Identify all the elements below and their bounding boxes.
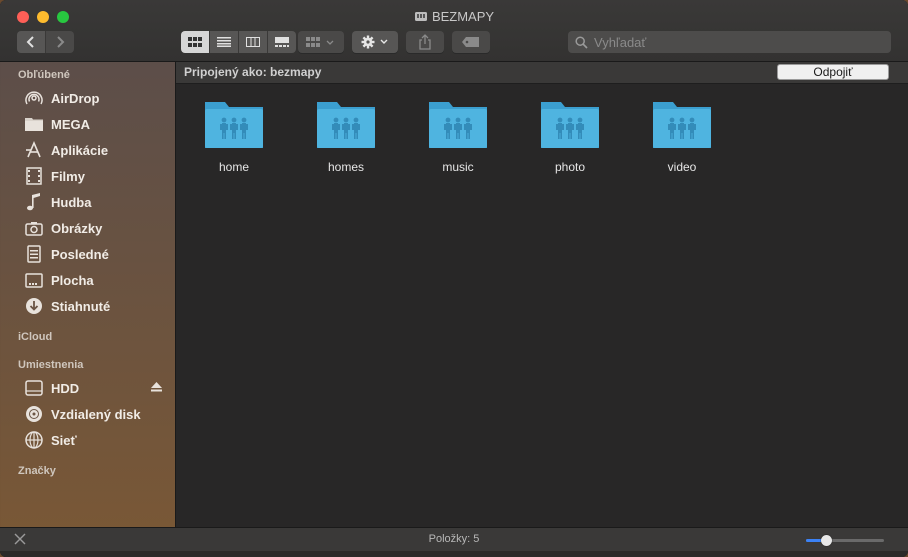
- search-input[interactable]: [592, 33, 876, 51]
- camera-icon: [24, 219, 44, 237]
- sidebar-item-label: Obrázky: [51, 220, 103, 236]
- share-button[interactable]: [406, 31, 444, 53]
- window-bottom-edge: [0, 551, 908, 557]
- window-title-text: BEZMAPY: [431, 9, 495, 24]
- chevron-right-icon: [57, 36, 65, 48]
- columns-icon: [246, 37, 260, 47]
- desktop-icon: [24, 271, 44, 289]
- sidebar-header-icloud: iCloud: [18, 331, 53, 343]
- gallery-icon: [275, 37, 289, 47]
- sidebar-header-locations: Umiestnenia: [18, 359, 84, 371]
- search-icon: [575, 35, 588, 49]
- shared-folder-icon: [205, 102, 263, 148]
- folder-name: photo: [554, 160, 586, 174]
- sidebar-header-tags: Značky: [18, 465, 56, 477]
- folder-name: music: [442, 160, 474, 174]
- sidebar-item-remote-disc[interactable]: Vzdialený disk: [24, 403, 169, 425]
- shared-folder-icon: [653, 102, 711, 148]
- connected-as-label: Pripojený ako: bezmapy: [184, 65, 322, 79]
- list-view-button[interactable]: [210, 31, 239, 53]
- sidebar-item-airdrop[interactable]: AirDrop: [24, 87, 169, 109]
- sidebar-item-label: Stiahnuté: [51, 298, 111, 314]
- view-mode-control: [181, 31, 296, 53]
- downloads-icon: [24, 297, 44, 315]
- sidebar-item-label: Hudba: [51, 194, 92, 210]
- folder-item[interactable]: photo: [520, 100, 620, 180]
- sidebar-item-label: Posledné: [51, 246, 109, 262]
- slider-knob[interactable]: [820, 535, 832, 546]
- sidebar-item-label: Vzdialený disk: [51, 406, 141, 422]
- music-icon: [24, 193, 44, 211]
- icon-grid-icon: [188, 37, 202, 47]
- status-bar: Položky: 5: [0, 527, 908, 551]
- server-icon: [414, 10, 428, 26]
- chevron-left-icon: [26, 36, 34, 48]
- sidebar-item-hdd[interactable]: HDD: [24, 377, 169, 399]
- sidebar-item-mega[interactable]: MEGA: [24, 113, 169, 135]
- shared-folder-icon: [317, 102, 375, 148]
- sidebar-item-label: Aplikácie: [51, 142, 109, 158]
- folder-item[interactable]: homes: [296, 100, 396, 180]
- movies-icon: [24, 167, 44, 185]
- gallery-view-button[interactable]: [268, 31, 296, 53]
- columns-view-button[interactable]: [239, 31, 268, 53]
- toolbar: BEZMAPY: [0, 0, 908, 62]
- folder-icon: [24, 115, 44, 133]
- sidebar-item-recents[interactable]: Posledné: [24, 243, 169, 265]
- shared-folder-icon: [541, 102, 599, 148]
- window-title: BEZMAPY: [0, 9, 908, 26]
- sidebar-item-downloads[interactable]: Stiahnuté: [24, 295, 169, 317]
- sidebar-item-applications[interactable]: Aplikácie: [24, 139, 169, 161]
- forward-button[interactable]: [46, 31, 74, 53]
- folder-name: homes: [327, 160, 365, 174]
- icons-view-button[interactable]: [181, 31, 210, 53]
- shared-folder-icon: [429, 102, 487, 148]
- sidebar-item-music[interactable]: Hudba: [24, 191, 169, 213]
- back-button[interactable]: [17, 31, 46, 53]
- share-icon: [419, 34, 431, 50]
- applications-icon: [24, 141, 44, 159]
- tags-button[interactable]: [452, 31, 490, 53]
- sidebar-item-pictures[interactable]: Obrázky: [24, 217, 169, 239]
- file-browser: Pripojený ako: bezmapy Odpojiť home home…: [176, 62, 908, 527]
- folder-name: home: [218, 160, 250, 174]
- disconnect-button[interactable]: Odpojiť: [777, 64, 889, 80]
- sidebar-item-label: Sieť: [51, 432, 77, 448]
- group-by-button[interactable]: [298, 31, 344, 53]
- group-grid-icon: [306, 37, 334, 47]
- hard-drive-icon: [24, 379, 44, 397]
- list-icon: [217, 37, 231, 47]
- sidebar: Obľúbené AirDrop MEGA Aplikácie Filmy Hu…: [0, 62, 176, 527]
- action-menu-button[interactable]: [352, 31, 398, 53]
- sidebar-item-label: AirDrop: [51, 90, 100, 106]
- finder-window: BEZMAPY Vyhľadať Obľúbené AirDrop MEGA A…: [0, 0, 908, 557]
- sidebar-item-label: Filmy: [51, 168, 85, 184]
- sidebar-item-label: Plocha: [51, 272, 94, 288]
- network-icon: [24, 431, 44, 449]
- sidebar-item-movies[interactable]: Filmy: [24, 165, 169, 187]
- airdrop-icon: [24, 89, 44, 107]
- search-field[interactable]: [568, 31, 891, 53]
- navigation-buttons: [17, 31, 74, 53]
- sidebar-item-network[interactable]: Sieť: [24, 429, 169, 451]
- connection-bar: Pripojený ako: bezmapy Odpojiť: [176, 62, 908, 84]
- folder-item[interactable]: music: [408, 100, 508, 180]
- gear-icon: [361, 35, 388, 49]
- icon-size-slider[interactable]: [806, 535, 884, 546]
- items-count: Položky: 5: [428, 533, 480, 545]
- folder-name: video: [667, 160, 697, 174]
- remote-disc-icon: [24, 405, 44, 423]
- sidebar-header-favorites: Obľúbené: [18, 69, 70, 81]
- sidebar-item-label: HDD: [51, 380, 80, 396]
- eject-icon[interactable]: [151, 382, 162, 392]
- recents-icon: [24, 245, 44, 263]
- folder-item[interactable]: video: [632, 100, 732, 180]
- sidebar-item-desktop[interactable]: Plocha: [24, 269, 169, 291]
- tag-icon: [462, 37, 479, 47]
- sidebar-item-label: MEGA: [51, 116, 90, 132]
- folder-item[interactable]: home: [184, 100, 284, 180]
